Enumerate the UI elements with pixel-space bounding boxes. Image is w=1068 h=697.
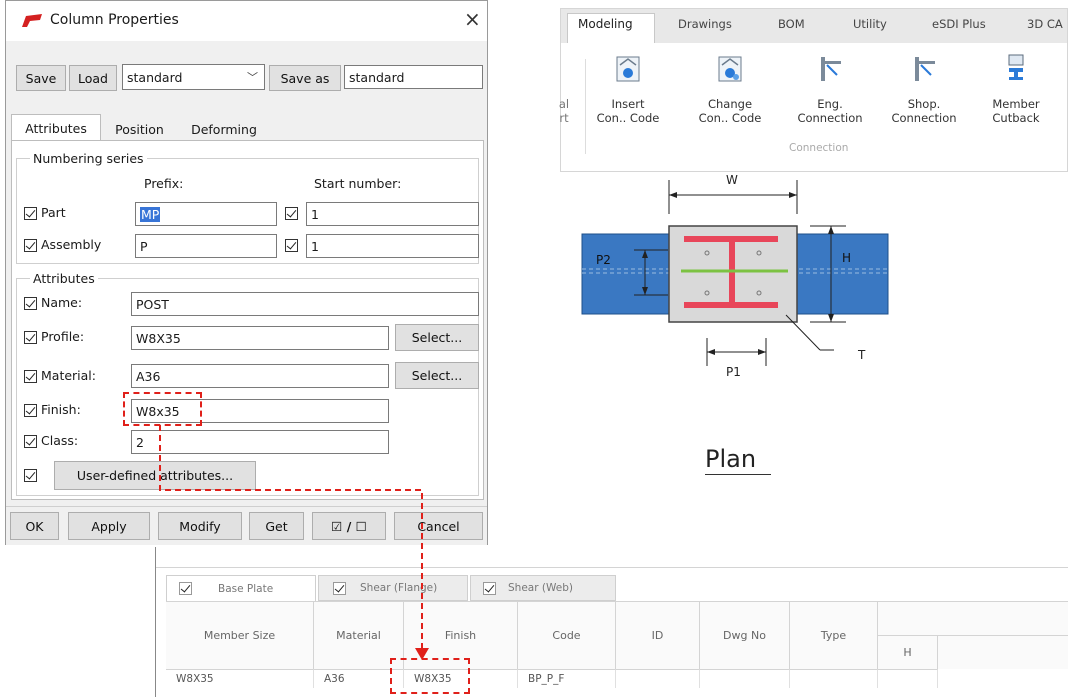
finish-mapping-arrow <box>159 425 429 660</box>
connector-path <box>159 425 423 650</box>
arrowhead <box>415 648 429 660</box>
